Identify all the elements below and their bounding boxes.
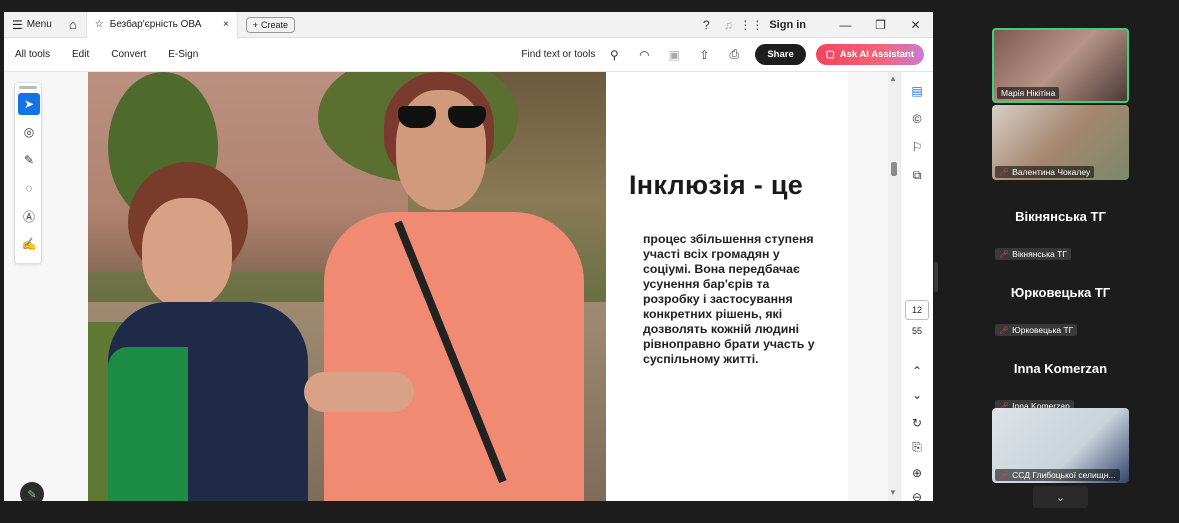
participant-name: Марія Нікітіна	[997, 87, 1060, 99]
participant-nametag: 🎤︎ Валентина Чокалеу	[995, 166, 1095, 178]
ai-summary-icon[interactable]: ▤	[905, 80, 929, 102]
home-icon[interactable]: ⌂	[60, 12, 86, 38]
print-icon[interactable]: ⎙	[719, 47, 749, 62]
participant-name: Юрковецька ТГ	[1012, 325, 1074, 335]
create-button[interactable]: + Create	[245, 16, 296, 33]
create-label: Create	[261, 19, 289, 30]
vertical-scrollbar[interactable]: ▲ ▼	[888, 72, 900, 501]
toolbar-right: Find text or tools ⚲ ◠ ▣ ⇧ ⎙ Share ▢ Ask…	[521, 38, 933, 72]
zoom-out-icon[interactable]: ⊖	[905, 486, 929, 501]
ai-chat-icon: ▢	[825, 49, 835, 60]
mic-off-icon: 🎤︎	[999, 325, 1010, 335]
participant-big-name: Inna Komerzan	[1013, 361, 1108, 376]
find-text-button[interactable]: Find text or tools	[521, 49, 595, 60]
restore-icon[interactable]: ❐	[863, 18, 898, 32]
extract-page-icon[interactable]: ⎘	[905, 436, 929, 458]
participant-tile-1[interactable]: Марія Нікітіна	[992, 28, 1129, 103]
participant-tile-6[interactable]: 🎤︎ ССД Глибоцької селищн...	[992, 408, 1129, 483]
close-tab-icon[interactable]: ×	[223, 19, 229, 30]
participant-tile-4[interactable]: Юрковецька ТГ 🎤︎ Юрковецька ТГ	[992, 261, 1129, 336]
participant-name: ССД Глибоцької селищн...	[1012, 470, 1116, 480]
text-box-icon[interactable]: Ⓐ	[18, 205, 40, 227]
participant-name: Вікнянська ТГ	[1012, 249, 1067, 259]
slide-body: процес збільшення ступеня участі всіх гр…	[643, 232, 815, 366]
participant-tile-3[interactable]: Вікнянська ТГ 🎤︎ Вікнянська ТГ	[992, 185, 1129, 260]
slide-headline: Інклюзія - це	[629, 170, 804, 200]
page-number-input[interactable]: 12	[905, 300, 929, 320]
panel-resize-handle[interactable]	[934, 262, 938, 292]
highlight-pen-icon[interactable]: ✎	[18, 149, 40, 171]
more-participants-chevron-down-icon[interactable]: ⌄	[1033, 486, 1088, 508]
participant-name: Валентина Чокалеу	[1012, 167, 1091, 177]
select-cursor-icon[interactable]: ➤	[18, 93, 40, 115]
titlebar-right: ? ♫ ⋮⋮ Sign in — ❐ ✕	[695, 12, 933, 38]
zoom-in-icon[interactable]: ⊕	[905, 462, 929, 484]
edit-pencil-icon[interactable]: ✎	[20, 482, 44, 501]
hamburger-icon: ☰	[12, 17, 23, 32]
acrobat-window: ☰ Menu ⌂ ☆ Безбар'єрність ОВА × + Create…	[4, 12, 933, 501]
participant-tile-2[interactable]: 🎤︎ Валентина Чокалеу	[992, 105, 1129, 180]
menu-convert[interactable]: Convert	[101, 49, 158, 60]
menu-esign[interactable]: E-Sign	[158, 49, 210, 60]
menu-label: Menu	[26, 19, 52, 30]
participant-nametag: 🎤︎ ССД Глибоцької селищн...	[995, 469, 1120, 481]
star-icon[interactable]: ☆	[95, 19, 104, 30]
ask-ai-button[interactable]: ▢ Ask AI Assistant	[815, 44, 924, 65]
participant-nametag: 🎤︎ Юрковецька ТГ	[995, 324, 1078, 336]
prev-page-icon[interactable]: ⌃	[905, 360, 929, 382]
next-page-icon[interactable]: ⌄	[905, 384, 929, 406]
bookmarks-icon[interactable]: ⚐	[905, 136, 929, 158]
scroll-down-arrow-icon[interactable]: ▼	[889, 488, 897, 497]
plus-icon: +	[252, 19, 259, 30]
draw-lasso-icon[interactable]: ◌	[18, 177, 40, 199]
upload-cloud-icon[interactable]: ⇧	[689, 48, 719, 62]
pdf-page: Інклюзія - це процес збільшення ступеня …	[88, 72, 848, 501]
save-icon[interactable]: ▣	[659, 48, 689, 62]
scroll-up-arrow-icon[interactable]: ▲	[889, 74, 897, 83]
quick-tools-panel: ➤ ◎ ✎ ◌ Ⓐ ✍	[14, 82, 42, 264]
menu-edit[interactable]: Edit	[62, 49, 101, 60]
main-toolbar: All tools Edit Convert E-Sign Find text …	[4, 38, 933, 72]
participant-big-name: Вікнянська ТГ	[1015, 209, 1106, 224]
menu-all-tools[interactable]: All tools	[4, 49, 62, 60]
participant-nametag: 🎤︎ Вікнянська ТГ	[995, 248, 1071, 260]
search-icon[interactable]: ⚲	[599, 48, 629, 62]
participant-tile-5[interactable]: Inna Komerzan 🎤︎ Inna Komerzan	[992, 337, 1129, 412]
ai-label: Ask AI Assistant	[839, 49, 914, 60]
headphones-icon[interactable]: ◠	[629, 48, 659, 62]
add-comment-icon[interactable]: ◎	[18, 121, 40, 143]
share-button[interactable]: Share	[755, 44, 806, 65]
pages-icon[interactable]: ⧉	[905, 164, 929, 186]
participant-big-name: Юрковецька ТГ	[1010, 285, 1111, 300]
sign-in-button[interactable]: Sign in	[769, 19, 806, 31]
minimize-icon[interactable]: —	[828, 18, 863, 32]
apps-grid-icon[interactable]: ⋮⋮	[739, 18, 763, 32]
document-tab[interactable]: ☆ Безбар'єрність ОВА ×	[85, 12, 238, 38]
comments-icon[interactable]: ©	[905, 108, 929, 130]
right-rail: ▤ © ⚐ ⧉ 12 55 ⌃ ⌄ ↻ ⎘ ⊕ ⊖	[900, 72, 933, 501]
bell-icon[interactable]: ♫	[717, 18, 739, 32]
fill-sign-icon[interactable]: ✍	[18, 233, 40, 255]
page-total: 55	[911, 326, 922, 336]
title-bar: ☰ Menu ⌂ ☆ Безбар'єрність ОВА × + Create…	[4, 12, 933, 38]
slide-photo	[88, 72, 606, 501]
slide-text-area: Інклюзія - це процес збільшення ступеня …	[606, 72, 848, 501]
tab-title: Безбар'єрність ОВА	[109, 19, 202, 30]
rotate-icon[interactable]: ↻	[905, 412, 929, 434]
close-window-icon[interactable]: ✕	[898, 18, 933, 32]
mic-off-icon: 🎤︎	[999, 249, 1010, 259]
drag-grip[interactable]	[19, 86, 37, 89]
mic-off-icon: 🎤︎	[999, 470, 1010, 480]
left-rail: ➤ ◎ ✎ ◌ Ⓐ ✍ ✎	[4, 72, 88, 501]
screen: ☰ Menu ⌂ ☆ Безбар'єрність ОВА × + Create…	[0, 0, 1179, 523]
help-icon[interactable]: ?	[695, 18, 717, 32]
scroll-thumb[interactable]	[891, 162, 897, 176]
menu-button[interactable]: ☰ Menu	[4, 12, 60, 38]
mic-off-icon: 🎤︎	[999, 167, 1010, 177]
